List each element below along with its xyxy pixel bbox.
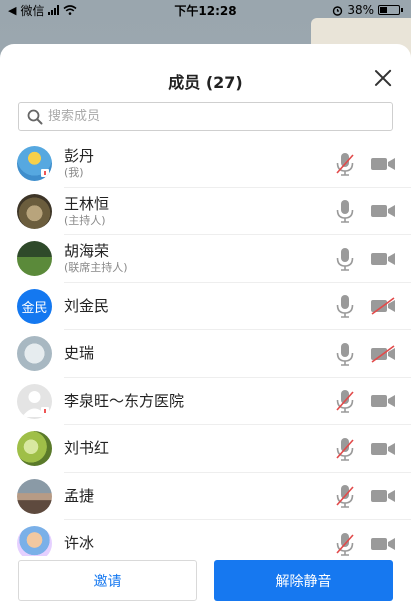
member-row[interactable]: 史瑞 — [0, 330, 411, 378]
mic-icon[interactable] — [334, 341, 356, 367]
camera-off-icon[interactable] — [370, 297, 396, 315]
member-row[interactable]: 李泉旺～东方医院 — [0, 378, 411, 426]
unmute-all-button[interactable]: 解除静音 — [214, 560, 393, 601]
avatar — [17, 146, 52, 182]
camera-icon[interactable] — [370, 250, 396, 268]
member-role: (我) — [64, 166, 84, 180]
member-role: (主持人) — [64, 213, 106, 227]
mic-muted-icon[interactable] — [334, 436, 356, 462]
mic-icon[interactable] — [334, 198, 356, 224]
camera-icon[interactable] — [370, 487, 396, 505]
member-row[interactable]: 刘书红 — [0, 425, 411, 473]
mic-muted-icon[interactable] — [334, 531, 356, 557]
avatar — [17, 241, 52, 277]
member-name: 史瑞 — [64, 344, 95, 363]
camera-off-icon[interactable] — [370, 345, 396, 363]
avatar — [17, 383, 52, 419]
member-name: 李泉旺～东方医院 — [64, 391, 185, 410]
back-arrow-icon: ◀ — [8, 3, 17, 17]
mic-muted-icon[interactable] — [334, 388, 356, 414]
signal-icon — [48, 5, 60, 15]
avatar: 金民 — [17, 288, 52, 324]
camera-icon[interactable] — [370, 535, 396, 553]
status-left: ◀ 微信 — [8, 2, 77, 19]
member-row[interactable]: 王林恒 (主持人) — [0, 188, 411, 236]
phone-badge-icon — [41, 169, 49, 178]
camera-icon[interactable] — [370, 440, 396, 458]
avatar — [17, 336, 52, 372]
battery-percent: 38% — [347, 3, 374, 17]
avatar — [17, 478, 52, 514]
wifi-icon — [63, 5, 77, 15]
mic-muted-icon[interactable] — [334, 151, 356, 177]
status-bar: ◀ 微信 下午12:28 38% — [0, 0, 411, 20]
member-name: 孟捷 — [64, 486, 95, 505]
carrier-label: 微信 — [20, 3, 45, 18]
member-name: 刘书红 — [64, 439, 110, 458]
member-name: 王林恒 — [64, 194, 110, 213]
mic-icon[interactable] — [334, 246, 356, 272]
camera-icon[interactable] — [370, 202, 396, 220]
member-row[interactable]: 孟捷 — [0, 473, 411, 521]
camera-icon[interactable] — [370, 392, 396, 410]
members-panel: 成员 (27) 彭丹 (我) — [0, 44, 411, 609]
member-row[interactable]: 彭丹 (我) — [0, 140, 411, 188]
member-name: 刘金民 — [64, 296, 110, 315]
search-icon — [27, 109, 43, 124]
member-row[interactable]: 胡海荣 (联席主持人) — [0, 235, 411, 283]
status-right: 38% — [332, 3, 403, 17]
member-name: 彭丹 — [64, 147, 95, 166]
member-row[interactable]: 金民 刘金民 — [0, 283, 411, 331]
panel-footer: 邀请 解除静音 — [0, 556, 411, 609]
member-name: 许冰 — [64, 534, 95, 553]
member-role: (联席主持人) — [64, 261, 128, 275]
search-input[interactable] — [48, 109, 348, 124]
mic-icon[interactable] — [334, 293, 356, 319]
battery-icon — [378, 5, 403, 15]
avatar — [17, 431, 52, 467]
avatar — [17, 193, 52, 229]
search-box[interactable] — [18, 102, 393, 131]
member-list: 彭丹 (我) 王林恒 (主持人) 胡海荣 (联席主持人) 金民 刘金民 史瑞 李… — [0, 140, 411, 568]
invite-button[interactable]: 邀请 — [18, 560, 197, 601]
mic-muted-icon[interactable] — [334, 483, 356, 509]
member-name: 胡海荣 — [64, 242, 110, 261]
alarm-icon — [333, 5, 343, 16]
camera-icon[interactable] — [370, 155, 396, 173]
phone-badge-icon — [41, 406, 49, 415]
close-icon[interactable] — [373, 68, 393, 88]
panel-title: 成员 (27) — [168, 73, 243, 92]
